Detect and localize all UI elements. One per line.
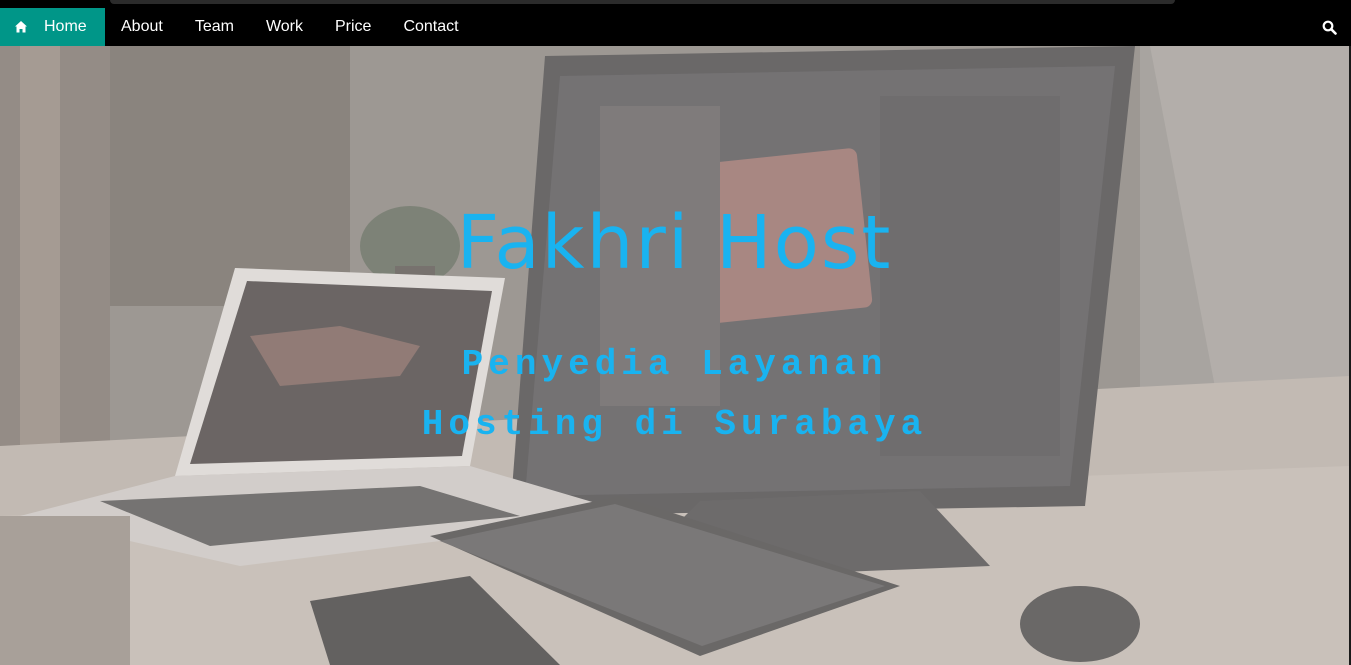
hero-section: Fakhri Host Penyedia Layanan Hosting di …	[0, 46, 1349, 665]
nav-team-label: Team	[194, 18, 234, 35]
browser-scroll-strip	[110, 0, 1175, 4]
top-navbar: Home About Team Work Price Contact	[0, 8, 1351, 46]
nav-home-label: Home	[44, 18, 87, 35]
nav-about[interactable]: About	[105, 8, 179, 46]
search-button[interactable]	[1322, 8, 1337, 46]
nav-work[interactable]: Work	[250, 8, 319, 46]
hero-subtitle-line2: Hosting di Surabaya	[421, 404, 928, 445]
hero-subtitle-line1: Penyedia Layanan	[461, 344, 888, 385]
nav-contact-label: Contact	[403, 18, 459, 35]
nav-contact[interactable]: Contact	[387, 8, 474, 46]
home-icon	[15, 21, 27, 33]
nav-price[interactable]: Price	[319, 8, 387, 46]
nav-price-label: Price	[334, 18, 372, 35]
nav-home[interactable]: Home	[0, 8, 105, 46]
hero-title: Fakhri Host	[456, 200, 893, 286]
nav-work-label: Work	[265, 18, 303, 35]
nav-team[interactable]: Team	[179, 8, 250, 46]
search-icon	[1322, 20, 1337, 35]
browser-chrome	[0, 0, 1351, 8]
nav-about-label: About	[121, 18, 163, 35]
